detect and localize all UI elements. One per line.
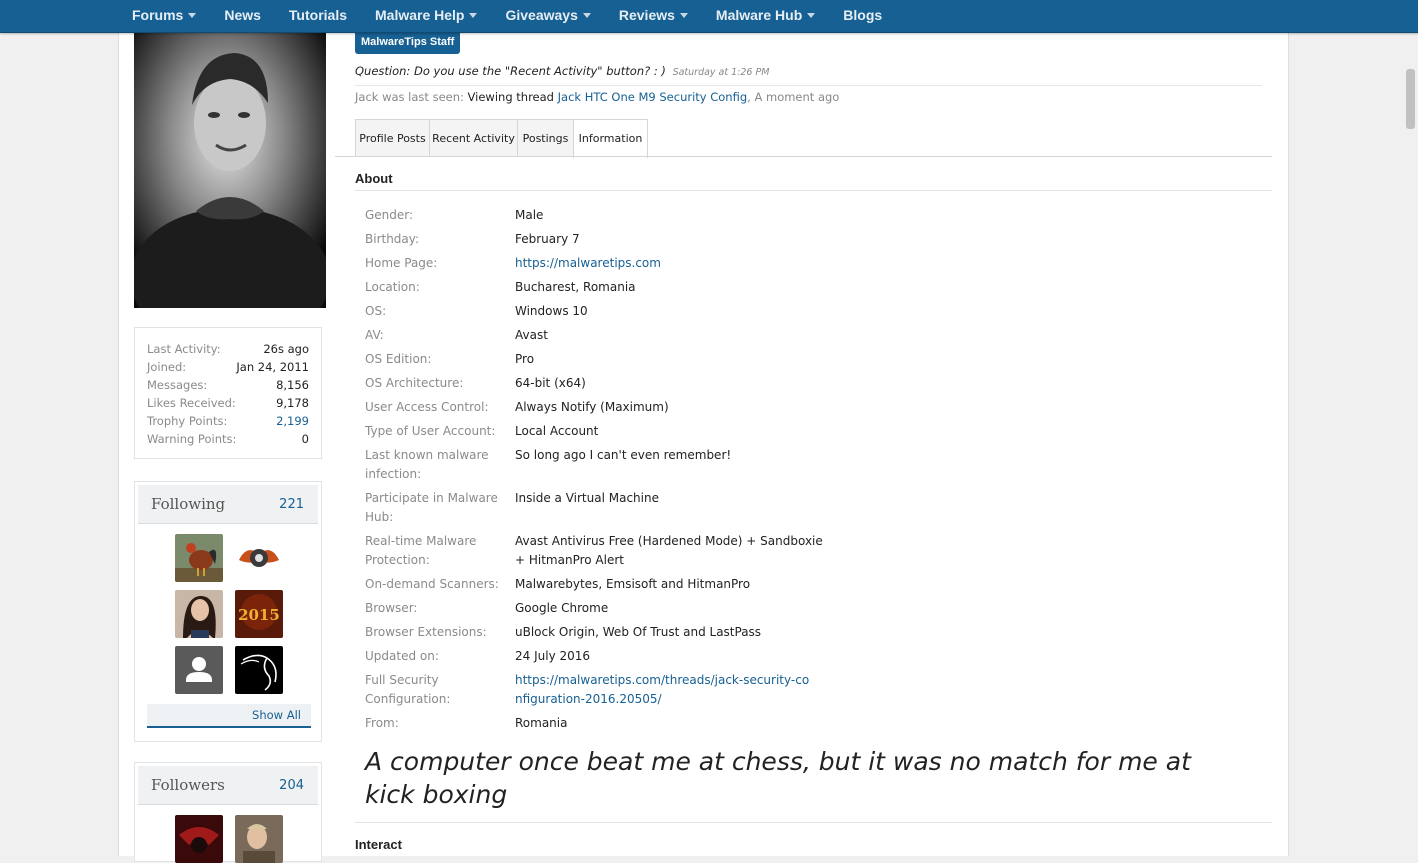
nav-item-blogs[interactable]: Blogs [829, 0, 896, 32]
divider [355, 822, 1272, 823]
profile-status: Question: Do you use the "Recent Activit… [355, 64, 769, 78]
kali-dragon-avatar-icon [235, 646, 283, 694]
chevron-down-icon [679, 12, 688, 18]
status-timestamp[interactable]: Saturday at 1:26 PM [673, 67, 770, 78]
followers-title: Followers [151, 776, 225, 794]
show-all-following-button[interactable]: Show All [147, 704, 311, 728]
chevron-down-icon [582, 12, 591, 18]
nav-item-tutorials[interactable]: Tutorials [275, 0, 361, 32]
followers-header: Followers 204 [138, 766, 318, 805]
winged-skull-avatar-icon [235, 534, 283, 582]
followers-count[interactable]: 204 [279, 778, 304, 793]
following-title: Following [151, 495, 226, 513]
profile-photo-image [134, 33, 326, 308]
svg-text:2015: 2015 [238, 606, 280, 624]
following-avatar[interactable] [175, 534, 223, 582]
stat-messages: Messages: 8,156 [147, 378, 309, 392]
scrollbar-thumb[interactable] [1406, 69, 1415, 129]
stat-last-activity: Last Activity: 26s ago [147, 342, 309, 356]
stat-trophy-points: Trophy Points: 2,199 [147, 412, 309, 430]
tab-recent-activity[interactable]: Recent Activity [429, 119, 518, 156]
tab-postings[interactable]: Postings [517, 119, 574, 156]
chevron-down-icon [469, 12, 478, 18]
followers-box: Followers 204 [134, 762, 322, 863]
last-seen-thread-link[interactable]: Jack HTC One M9 Security Config [558, 90, 748, 104]
stat-joined: Joined: Jan 24, 2011 [147, 360, 309, 374]
tab-information[interactable]: Information [573, 119, 648, 158]
following-box: Following 221 2015 Show All [134, 481, 322, 742]
page-scrollbar[interactable] [1401, 33, 1418, 856]
divider [355, 190, 1272, 191]
stat-warning-points: Warning Points: 0 [147, 432, 309, 446]
last-seen: Jack was last seen: Viewing thread Jack … [355, 90, 840, 104]
divider [355, 85, 1262, 86]
following-avatar[interactable] [175, 590, 223, 638]
nav-item-giveaways[interactable]: Giveaways [491, 0, 604, 32]
security-configuration-link[interactable]: https://malwaretips.com/threads/jack-sec… [515, 671, 815, 709]
following-count[interactable]: 221 [279, 497, 304, 512]
top-navigation-bar: Forums News Tutorials Malware Help Givea… [0, 0, 1418, 33]
tabs-baseline [335, 156, 1272, 157]
interact-heading: Interact [355, 837, 402, 852]
rooster-avatar-icon [175, 534, 223, 582]
about-heading: About [355, 171, 393, 186]
nav-item-malware-help[interactable]: Malware Help [361, 0, 491, 32]
nav-item-forums[interactable]: Forums [118, 0, 210, 32]
profile-avatar[interactable] [134, 33, 326, 308]
staff-badge: MalwareTips Staff [355, 31, 461, 54]
following-avatar[interactable]: 2015 [235, 590, 283, 638]
stat-likes-received: Likes Received: 9,178 [147, 396, 309, 410]
following-avatar[interactable] [175, 646, 223, 694]
new-year-2015-avatar-icon: 2015 [235, 590, 283, 638]
home-page-link[interactable]: https://malwaretips.com [515, 254, 835, 273]
nav-item-news[interactable]: News [210, 0, 275, 32]
signature-quote: A computer once beat me at chess, but it… [365, 747, 1191, 809]
nav-menu: Forums News Tutorials Malware Help Givea… [118, 0, 896, 32]
nav-item-reviews[interactable]: Reviews [605, 0, 702, 32]
show-all-label: Show All [252, 708, 301, 722]
default-user-avatar-icon [175, 646, 223, 694]
tab-profile-posts[interactable]: Profile Posts [355, 119, 430, 156]
chevron-down-icon [807, 12, 816, 18]
member-stats-box: Last Activity: 26s ago Joined: Jan 24, 201… [134, 327, 322, 459]
chevron-down-icon [188, 12, 197, 18]
following-header: Following 221 [138, 485, 318, 524]
following-avatar[interactable] [235, 646, 283, 694]
trophy-points-link[interactable]: 2,199 [276, 412, 309, 430]
following-avatar[interactable] [235, 534, 283, 582]
woman-avatar-icon [175, 590, 223, 638]
nav-item-malware-hub[interactable]: Malware Hub [702, 0, 829, 32]
status-message: Question: Do you use the "Recent Activit… [355, 64, 666, 78]
